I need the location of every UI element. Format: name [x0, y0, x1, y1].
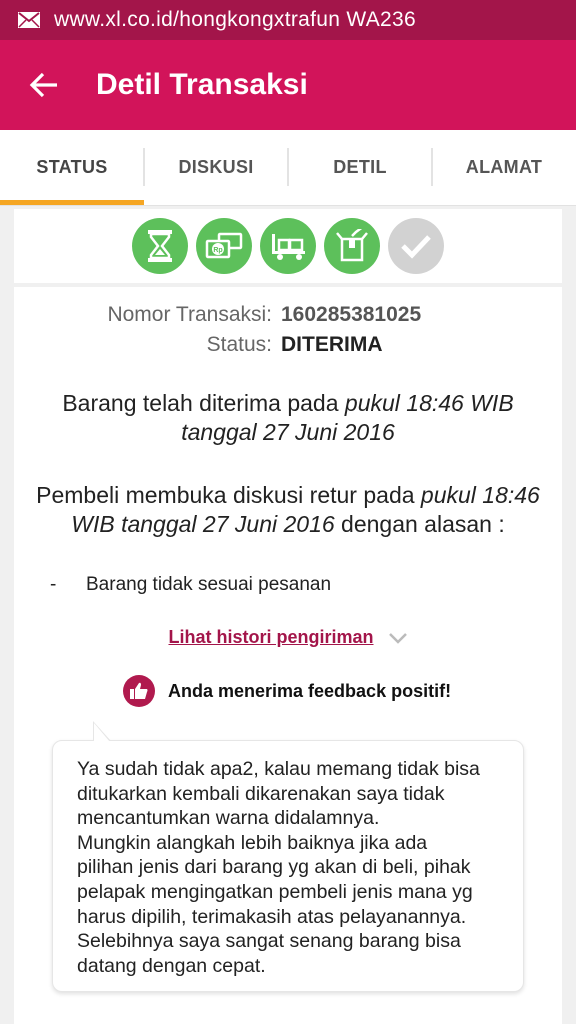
transaction-status-label: Status: [206, 333, 272, 356]
step-payment: Rp [196, 218, 252, 274]
transaction-progress-steps: Rp [14, 209, 562, 283]
shipping-history-link[interactable]: Lihat histori pengiriman [168, 627, 373, 648]
step-waiting [132, 218, 188, 274]
package-received-icon [336, 229, 368, 262]
tab-detil[interactable]: DETIL [288, 130, 432, 205]
transaction-status-value: DITERIMA [281, 333, 383, 356]
payment-icon: Rp [205, 232, 243, 259]
arrow-left-icon [29, 72, 57, 98]
checkmark-icon [401, 235, 431, 259]
reason-bullet: - [50, 574, 57, 595]
back-button[interactable] [28, 69, 60, 101]
retur-suffix: dengan alasan : [334, 511, 505, 537]
tab-divider [431, 148, 433, 186]
transaction-number-label: Nomor Transaksi: [107, 303, 272, 326]
tab-divider [287, 148, 289, 186]
tab-bar: STATUS DISKUSI DETIL ALAMAT [0, 130, 576, 206]
retur-reason: - Barang tidak sesuai pesanan [50, 574, 331, 596]
thumbs-up-icon [123, 675, 155, 707]
shipping-truck-icon [272, 234, 305, 260]
received-text: Barang telah diterima pada [62, 390, 345, 416]
page-title: Detil Transaksi [96, 68, 308, 101]
tab-divider [143, 148, 145, 186]
hourglass-icon [148, 230, 172, 262]
feedback-text: Anda menerima feedback positif! [168, 680, 452, 701]
feedback-notice: Anda menerima feedback positif! [123, 675, 451, 707]
tab-alamat[interactable]: ALAMAT [432, 130, 576, 205]
retur-message: Pembeli membuka diskusi retur pada pukul… [24, 481, 552, 539]
transaction-status-row: Status: DITERIMA [14, 333, 562, 359]
buyer-comment-text: Ya sudah tidak apa2, kalau memang tidak … [77, 758, 480, 977]
retur-date: WIB tanggal 27 Juni 2016 [71, 511, 335, 537]
svg-text:Rp: Rp [213, 247, 222, 254]
transaction-number-value: 160285381025 [281, 303, 422, 326]
mail-icon [18, 12, 40, 28]
retur-time: pukul 18:46 [420, 482, 540, 508]
retur-text: Pembeli membuka diskusi retur pada [36, 482, 421, 508]
received-message: Barang telah diterima pada pukul 18:46 W… [24, 389, 552, 447]
step-received [324, 218, 380, 274]
transaction-number-row: Nomor Transaksi: 160285381025 [14, 303, 562, 329]
status-bar-text: www.xl.co.id/hongkongxtrafun WA236 [54, 8, 416, 31]
buyer-comment-bubble: Ya sudah tidak apa2, kalau memang tidak … [52, 721, 524, 992]
chevron-down-icon[interactable] [388, 632, 408, 644]
system-status-bar: www.xl.co.id/hongkongxtrafun WA236 [0, 0, 576, 40]
tab-status[interactable]: STATUS [0, 130, 144, 205]
received-time: pukul 18:46 WIB [344, 390, 514, 416]
transaction-status-card: Nomor Transaksi: 160285381025 Status: DI… [14, 287, 562, 1024]
step-completed [388, 218, 444, 274]
shipping-history-toggle[interactable]: Lihat histori pengiriman [14, 627, 562, 648]
tab-diskusi[interactable]: DISKUSI [144, 130, 288, 205]
reason-text: Barang tidak sesuai pesanan [86, 574, 332, 595]
received-date: tanggal 27 Juni 2016 [181, 419, 395, 445]
app-bar: Detil Transaksi [0, 40, 576, 130]
step-shipping [260, 218, 316, 274]
